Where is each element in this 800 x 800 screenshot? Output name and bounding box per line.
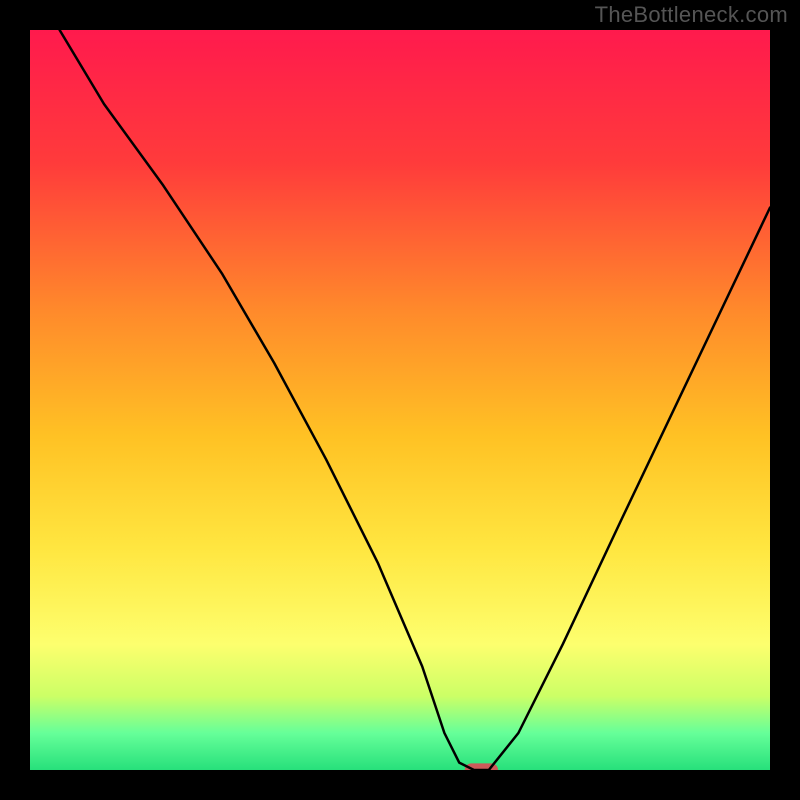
gradient-background [30,30,770,770]
chart-container: TheBottleneck.com [0,0,800,800]
watermark-text: TheBottleneck.com [595,2,788,28]
plot-area [30,30,770,770]
chart-svg [30,30,770,770]
